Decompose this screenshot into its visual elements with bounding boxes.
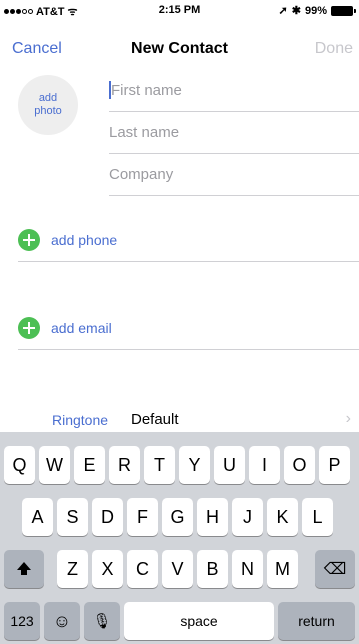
key-n[interactable]: N xyxy=(232,550,263,588)
key-f[interactable]: F xyxy=(127,498,158,536)
emoji-icon: ☺ xyxy=(52,610,72,631)
key-j[interactable]: J xyxy=(232,498,263,536)
key-p[interactable]: P xyxy=(319,446,350,484)
location-icon: ➚ xyxy=(278,5,288,17)
nav-bar: Cancel New Contact Done xyxy=(0,20,359,64)
backspace-key[interactable]: ⌫ xyxy=(315,550,355,588)
battery-percent: 99% xyxy=(304,4,327,17)
key-r[interactable]: R xyxy=(109,446,140,484)
add-photo-label: add photo xyxy=(34,92,62,117)
shift-key[interactable] xyxy=(4,550,44,588)
add-email-plus-icon xyxy=(18,316,40,339)
cancel-button[interactable]: Cancel xyxy=(12,40,62,58)
key-m[interactable]: M xyxy=(267,550,298,588)
key-z[interactable]: Z xyxy=(57,550,88,588)
add-phone-row[interactable]: add phone xyxy=(18,218,359,262)
key-t[interactable]: T xyxy=(144,446,175,484)
space-key[interactable]: space xyxy=(124,602,274,640)
last-name-input[interactable] xyxy=(109,112,359,153)
key-o[interactable]: O xyxy=(284,446,315,484)
key-k[interactable]: K xyxy=(267,498,298,536)
key-b[interactable]: B xyxy=(197,550,228,588)
add-photo-button[interactable]: add photo xyxy=(18,75,78,135)
microphone-icon: 🎙 xyxy=(92,613,112,630)
ringtone-label: Ringtone xyxy=(52,412,109,428)
dictation-key[interactable]: 🎙 xyxy=(84,602,120,640)
chevron-right-icon: › xyxy=(345,410,351,427)
key-c[interactable]: C xyxy=(127,550,158,588)
done-button[interactable]: Done xyxy=(315,40,353,58)
shift-arrow-icon xyxy=(17,562,31,575)
key-d[interactable]: D xyxy=(92,498,123,536)
key-v[interactable]: V xyxy=(162,550,193,588)
first-name-input[interactable] xyxy=(109,70,359,111)
add-email-label: add email xyxy=(51,319,112,336)
key-i[interactable]: I xyxy=(249,446,280,484)
numbers-key[interactable]: 123 xyxy=(4,602,40,640)
first-name-field xyxy=(109,70,359,112)
return-key[interactable]: return xyxy=(278,602,355,640)
keyboard: Q W E R T Y U I O P A S D F G H J K L Z … xyxy=(0,432,359,644)
status-right: ➚ ✱ 99% xyxy=(278,4,356,17)
key-w[interactable]: W xyxy=(39,446,70,484)
last-name-field xyxy=(109,112,359,154)
key-s[interactable]: S xyxy=(57,498,88,536)
status-bar: AT&T ᯤ 2:15 PM ➚ ✱ 99% xyxy=(0,0,359,20)
add-phone-label: add phone xyxy=(51,231,118,248)
key-q[interactable]: Q xyxy=(4,446,35,484)
company-field xyxy=(109,154,359,196)
key-g[interactable]: G xyxy=(162,498,193,536)
bluetooth-icon: ✱ xyxy=(291,5,301,17)
key-x[interactable]: X xyxy=(92,550,123,588)
key-e[interactable]: E xyxy=(74,446,105,484)
add-phone-plus-icon xyxy=(18,228,40,251)
add-email-row[interactable]: add email xyxy=(18,306,359,350)
key-h[interactable]: H xyxy=(197,498,228,536)
battery-icon xyxy=(331,5,356,16)
emoji-key[interactable]: ☺ xyxy=(44,602,80,640)
company-input[interactable] xyxy=(109,154,359,195)
key-u[interactable]: U xyxy=(214,446,245,484)
backspace-icon: ⌫ xyxy=(323,561,347,578)
ringtone-value: Default xyxy=(131,411,179,428)
key-l[interactable]: L xyxy=(302,498,333,536)
key-y[interactable]: Y xyxy=(179,446,210,484)
key-a[interactable]: A xyxy=(22,498,53,536)
